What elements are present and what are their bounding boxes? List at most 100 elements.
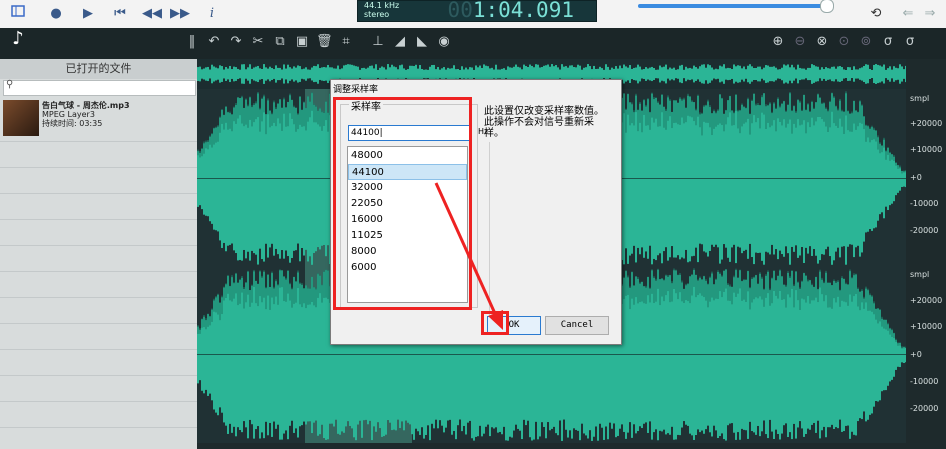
delete-icon[interactable]: 🗑 xyxy=(316,34,333,50)
overview-bar xyxy=(489,68,491,80)
history-icon[interactable]: ⟲ xyxy=(866,4,886,24)
waveform-peak xyxy=(783,100,785,120)
overview-bar xyxy=(855,69,857,79)
file-format: MPEG Layer3 xyxy=(42,110,95,119)
rewind-icon[interactable]: ◀◀ xyxy=(142,4,162,24)
fade-in-icon[interactable]: ◢ xyxy=(392,34,408,50)
effects-icon[interactable]: ◉ xyxy=(436,34,452,50)
overview-bar xyxy=(861,67,863,81)
waveform-peak xyxy=(831,92,833,112)
list-divider xyxy=(0,141,197,142)
fade-out-icon[interactable]: ◣ xyxy=(414,34,430,50)
waveform-peak xyxy=(853,100,855,124)
waveform-peak xyxy=(275,107,277,127)
file-search-input[interactable]: ⚲ xyxy=(3,79,196,96)
waveform-peak xyxy=(745,107,747,123)
file-list-item[interactable]: 告白气球 - 周杰伦.mp3 MPEG Layer3 持续时间: 03:35 xyxy=(0,97,197,141)
waveform-peak xyxy=(715,278,717,299)
waveform-peak xyxy=(697,279,699,296)
waveform-peak xyxy=(307,286,309,305)
waveform-peak xyxy=(809,279,811,304)
panel-toggle-icon[interactable] xyxy=(8,4,28,24)
waveform-peak xyxy=(635,275,637,298)
overview-bar xyxy=(595,68,597,80)
trim-icon[interactable]: ⊥ xyxy=(370,34,386,50)
overview-bar xyxy=(445,69,447,79)
overview-bar xyxy=(617,68,619,80)
waveform-peak xyxy=(799,100,801,126)
waveform-peak xyxy=(691,274,693,296)
overview-bar xyxy=(315,66,317,82)
overview-bar xyxy=(685,66,687,82)
waveform-peak xyxy=(699,276,701,294)
zoom-selection-icon[interactable]: ⊗ xyxy=(814,34,830,50)
waveform-peak xyxy=(729,95,731,113)
waveform-peak xyxy=(831,285,833,309)
waveform-peak xyxy=(315,105,317,123)
playback-time: 001:04.091 xyxy=(448,0,574,22)
volume-knob[interactable] xyxy=(820,0,834,13)
skip-start-icon[interactable]: ⏮ xyxy=(110,4,130,24)
back-arrow-icon[interactable]: ⇐ xyxy=(898,4,918,24)
overview-bar xyxy=(797,64,799,84)
cancel-button[interactable]: Cancel xyxy=(545,316,609,335)
waveform-peak xyxy=(647,276,649,296)
overview-bar xyxy=(311,67,313,81)
overview-bar xyxy=(581,69,583,79)
waveform-peak xyxy=(903,170,905,173)
scale-label: +0 xyxy=(910,350,922,359)
waveform-peak xyxy=(197,325,199,334)
timeline-ruler[interactable] xyxy=(197,443,946,449)
list-divider xyxy=(0,427,197,428)
overview-bar xyxy=(263,64,265,84)
waveform-peak xyxy=(233,282,235,299)
info-icon[interactable]: i xyxy=(202,4,222,24)
waveform-peak xyxy=(211,308,213,322)
waveform-peak xyxy=(749,286,751,310)
waveform-peak xyxy=(807,279,809,297)
sample-rate-value: 44.1 kHz xyxy=(364,1,400,10)
waveform-peak xyxy=(649,111,651,130)
volume-slider[interactable] xyxy=(638,4,828,8)
overview-bar xyxy=(789,67,791,81)
waveform-peak xyxy=(843,278,845,302)
crop-icon[interactable]: ⌗ xyxy=(338,34,354,50)
undo-icon[interactable]: ↶ xyxy=(206,34,222,50)
overview-bar xyxy=(203,68,205,80)
play-icon[interactable]: ▶ xyxy=(78,4,98,24)
zoom-out-icon[interactable]: ⊖ xyxy=(792,34,808,50)
waveform-peak xyxy=(665,274,667,296)
zoom-fit-icon[interactable]: ⊙ xyxy=(836,34,852,50)
waveform-peak xyxy=(243,286,245,309)
zoom-full-icon[interactable]: ⊚ xyxy=(858,34,874,50)
waveform-peak xyxy=(789,92,791,120)
zoom-in-icon[interactable]: ⊕ xyxy=(770,34,786,50)
waveform-peak xyxy=(747,97,749,119)
waveform-peak xyxy=(873,301,875,315)
overview-bar xyxy=(703,64,705,84)
music-note-icon: ♪ xyxy=(12,28,24,49)
cut-icon[interactable]: ✂ xyxy=(250,34,266,50)
waveform-peak xyxy=(689,276,691,304)
waveform-peak xyxy=(659,279,661,306)
overview-bar xyxy=(307,69,309,79)
fast-forward-icon[interactable]: ▶▶ xyxy=(170,4,190,24)
copy-icon[interactable]: ⧉ xyxy=(272,34,288,50)
vertical-zoom-in-icon[interactable]: σ xyxy=(880,34,896,50)
waveform-peak xyxy=(901,170,903,174)
overview-bar xyxy=(747,65,749,83)
overview-bar xyxy=(863,65,865,83)
redo-icon[interactable]: ↷ xyxy=(228,34,244,50)
waveform-peak xyxy=(897,164,899,169)
record-icon[interactable]: ● xyxy=(46,4,66,24)
overview-bar xyxy=(791,64,793,84)
overview-bar xyxy=(499,69,501,79)
overview-bar xyxy=(439,69,441,79)
forward-arrow-icon[interactable]: ⇒ xyxy=(920,4,940,24)
paste-icon[interactable]: ▣ xyxy=(294,34,310,50)
waveform-peak xyxy=(279,99,281,124)
vertical-zoom-out-icon[interactable]: σ xyxy=(902,34,918,50)
overview-bar xyxy=(751,66,753,82)
waveform-peak xyxy=(317,273,319,298)
waveform-peak xyxy=(703,105,705,122)
